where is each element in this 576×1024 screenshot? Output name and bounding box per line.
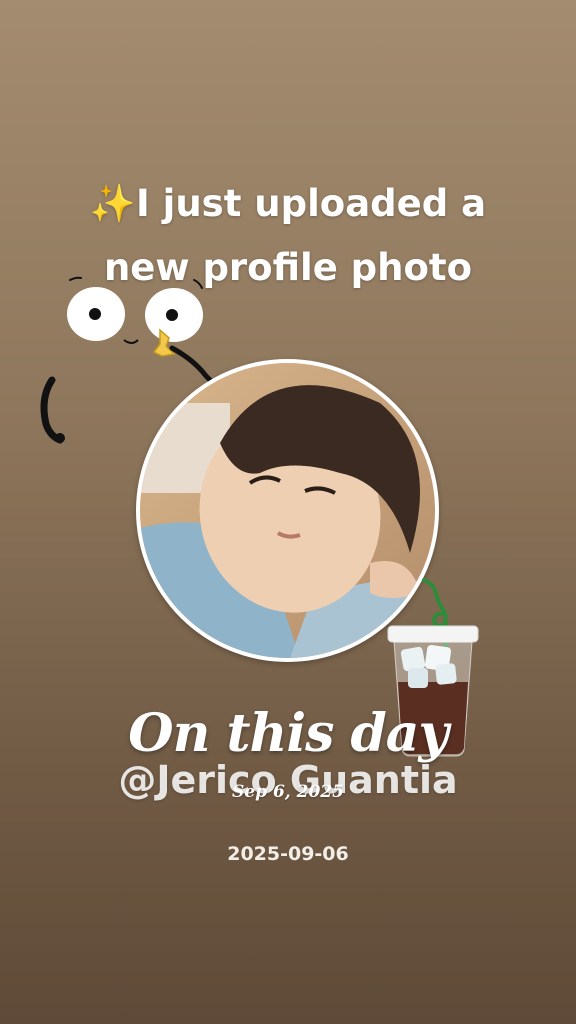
memory-date: Sep 6, 2025: [232, 782, 344, 802]
memory-label: On this day: [128, 703, 448, 764]
headline-line-1-text: I just uploaded a: [136, 182, 487, 225]
headline-line-1: ✨I just uploaded a: [0, 172, 576, 236]
sparkle-icon: ✨: [89, 182, 136, 225]
story-canvas[interactable]: ✨I just uploaded a new profile photo On …: [0, 0, 576, 1024]
post-date: 2025-09-06: [227, 843, 349, 865]
